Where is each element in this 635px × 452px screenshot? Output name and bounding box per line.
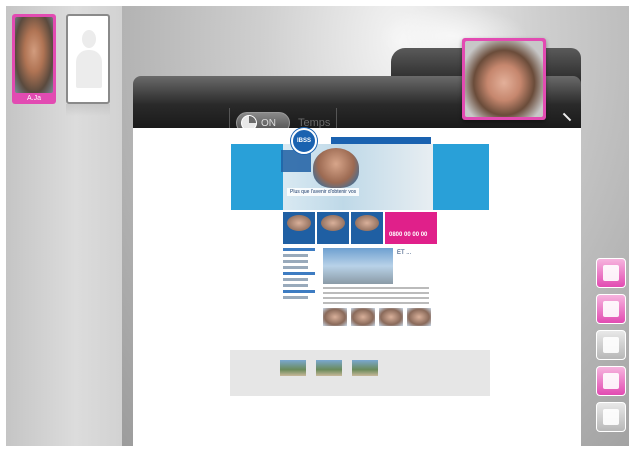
- participant-thumbnail[interactable]: A.Ja: [12, 14, 56, 104]
- site-hero-banner: Plus que l'avenir d'obtenir vos: [231, 144, 489, 210]
- self-video: [465, 41, 543, 117]
- user-share-tool-button[interactable]: [596, 294, 626, 324]
- feature-block: [351, 212, 383, 244]
- phone-block: 0800 00 00 00: [385, 212, 437, 244]
- document-icon: [603, 373, 619, 389]
- participant-name: A.Ja: [26, 95, 41, 102]
- document-canvas[interactable]: IBSS Plus que l'avenir d'obtenir vos 080…: [133, 128, 581, 450]
- slot-reflection: [66, 104, 110, 116]
- hero-caption: Plus que l'avenir d'obtenir vos: [287, 188, 360, 196]
- site-people-row: [323, 308, 435, 326]
- participant-video: [15, 17, 53, 93]
- site-header: IBSS: [231, 128, 489, 154]
- self-view-webcam[interactable]: [462, 38, 546, 120]
- participants-panel: A.Ja: [6, 6, 122, 446]
- site-logo: IBSS: [291, 128, 317, 154]
- site-content: ET ...: [231, 248, 489, 326]
- feature-block: [283, 212, 315, 244]
- user-silhouette-icon: [76, 30, 102, 90]
- empty-participant-slot[interactable]: [66, 14, 110, 104]
- feature-block: [317, 212, 349, 244]
- video-caption: ET ...: [397, 250, 412, 256]
- site-video: ET ...: [323, 248, 411, 284]
- checklist-icon: [603, 409, 619, 425]
- user-share-icon: [603, 301, 619, 317]
- phone-number: 0800 00 00 00: [389, 232, 428, 238]
- website-preview: IBSS Plus que l'avenir d'obtenir vos 080…: [230, 128, 490, 398]
- list-tool-button[interactable]: [596, 258, 626, 288]
- site-text-lines: [323, 287, 435, 304]
- checklist-tool-button[interactable]: [596, 402, 626, 432]
- tool-palette: [596, 258, 628, 438]
- site-sidebar: [283, 248, 319, 326]
- toggle-label: ON: [261, 117, 276, 129]
- list-icon: [603, 265, 619, 281]
- document-tool-button[interactable]: [596, 366, 626, 396]
- annotate-tool-button[interactable]: [596, 330, 626, 360]
- pencil-icon: [603, 337, 619, 353]
- site-main-column: ET ...: [323, 248, 435, 326]
- site-footer: [230, 350, 490, 396]
- feature-blocks: 0800 00 00 00: [231, 212, 489, 244]
- site-nav: [331, 137, 431, 144]
- hero-person-image: [313, 148, 359, 188]
